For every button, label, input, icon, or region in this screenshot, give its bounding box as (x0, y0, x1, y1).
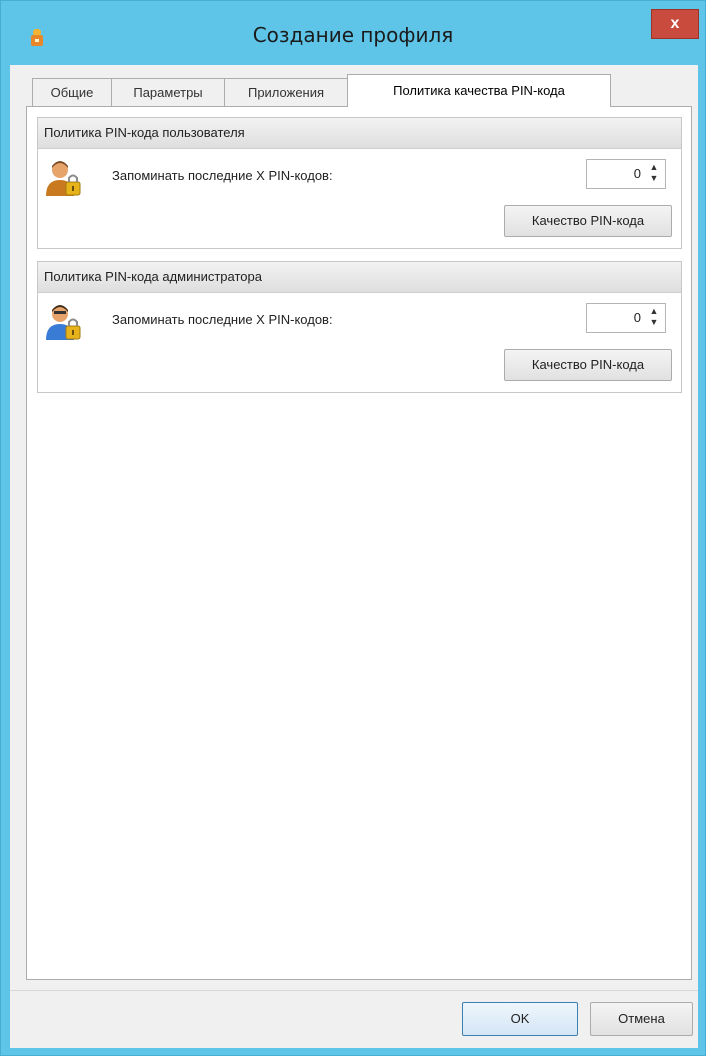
spinner-value: 0 (633, 310, 641, 325)
cancel-button[interactable]: Отмена (590, 1002, 693, 1036)
tab-applications[interactable]: Приложения (224, 78, 348, 106)
remember-last-pins-spinner[interactable]: 0 ▲ ▼ (586, 159, 666, 189)
dialog-body: Общие Параметры Приложения Политика каче… (10, 65, 698, 1048)
dialog-window: Создание профиля x Общие Параметры Прило… (0, 0, 706, 1056)
spinner-up-icon[interactable]: ▲ (647, 306, 661, 317)
group-title: Политика PIN-кода администратора (38, 262, 681, 293)
user-lock-icon (46, 161, 81, 196)
tab-page: Политика PIN-кода пользователя Запоминат… (26, 106, 692, 980)
remember-last-pins-label: Запоминать последние X PIN-кодов: (112, 312, 333, 327)
footer-divider (10, 990, 698, 991)
group-title: Политика PIN-кода пользователя (38, 118, 681, 149)
spinner-arrows[interactable]: ▲ ▼ (647, 162, 661, 186)
window-title: Создание профиля (252, 23, 454, 47)
spinner-down-icon[interactable]: ▼ (647, 317, 661, 328)
admin-pin-policy-group: Политика PIN-кода администратора Запомин… (37, 261, 682, 393)
spinner-value: 0 (633, 166, 641, 181)
spinner-arrows[interactable]: ▲ ▼ (647, 306, 661, 330)
admin-lock-icon (46, 305, 81, 340)
spinner-up-icon[interactable]: ▲ (647, 162, 661, 173)
tab-pin-quality-policy[interactable]: Политика качества PIN-кода (347, 74, 611, 107)
user-pin-quality-button[interactable]: Качество PIN-кода (504, 205, 672, 237)
ok-button[interactable]: OK (462, 1002, 578, 1036)
user-pin-policy-group: Политика PIN-кода пользователя Запоминат… (37, 117, 682, 249)
tab-parameters[interactable]: Параметры (111, 78, 225, 106)
admin-pin-quality-button[interactable]: Качество PIN-кода (504, 349, 672, 381)
close-button[interactable]: x (651, 9, 699, 39)
spinner-down-icon[interactable]: ▼ (647, 173, 661, 184)
tab-general[interactable]: Общие (32, 78, 112, 106)
title-bar[interactable]: Создание профиля x (1, 1, 705, 65)
remember-last-pins-spinner[interactable]: 0 ▲ ▼ (586, 303, 666, 333)
remember-last-pins-label: Запоминать последние X PIN-кодов: (112, 168, 333, 183)
